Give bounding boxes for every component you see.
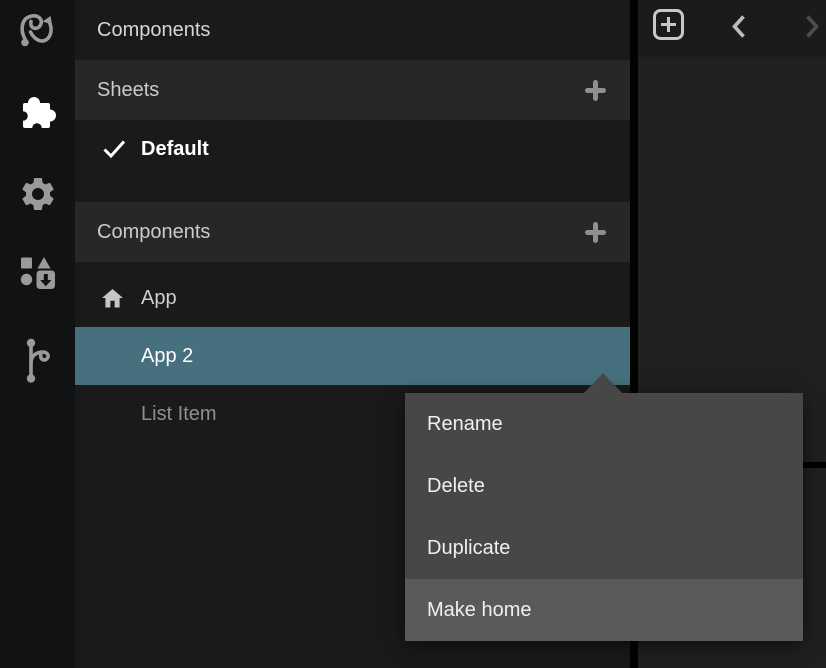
component-item-app2[interactable]: App 2 [75,327,630,385]
component-item-app[interactable]: App [75,269,630,327]
app-window: Components Sheets Default Components [0,0,826,668]
component-item-label: App 2 [141,345,193,368]
components-section-label: Components [97,221,210,244]
shapes-import-icon [20,256,56,290]
plus-icon [585,80,606,101]
route-arrow-icon [15,8,61,52]
sidebar-item-version-control[interactable] [0,336,75,384]
list-gap [75,178,630,202]
home-icon [102,289,123,308]
check-icon [102,139,127,159]
puzzle-icon [18,90,58,134]
sidebar-item-node-graph[interactable] [0,8,75,52]
chevron-right-icon [805,14,820,39]
activity-bar [0,0,75,668]
menu-item-duplicate[interactable]: Duplicate [405,517,803,579]
sheet-item-label: Default [141,138,209,161]
context-menu: Rename Delete Duplicate Make home [405,393,803,641]
sheets-section-header: Sheets [75,60,630,120]
navigate-back-button[interactable] [731,14,746,39]
chevron-left-icon [731,14,746,39]
sidebar-item-settings[interactable] [0,174,75,214]
add-frame-button[interactable] [653,9,684,40]
components-section-header: Components [75,202,630,262]
component-item-label: List Item [141,403,217,426]
context-menu-arrow [584,373,622,393]
canvas-toolbar [638,0,826,57]
menu-item-rename[interactable]: Rename [405,393,803,455]
add-component-button[interactable] [585,222,606,243]
sidebar-item-components[interactable] [0,90,75,134]
navigate-forward-button[interactable] [805,14,820,39]
sheets-section-label: Sheets [97,79,159,102]
branch-icon [21,336,55,384]
plus-square-icon [653,9,684,40]
sidebar-item-library[interactable] [0,256,75,290]
panel-title: Components [75,0,630,60]
gear-icon [18,174,58,214]
plus-icon [585,222,606,243]
menu-item-delete[interactable]: Delete [405,455,803,517]
menu-item-make-home[interactable]: Make home [405,579,803,641]
component-item-label: App [141,287,177,310]
sheet-item-default[interactable]: Default [75,120,630,178]
add-sheet-button[interactable] [585,80,606,101]
list-gap [75,262,630,269]
